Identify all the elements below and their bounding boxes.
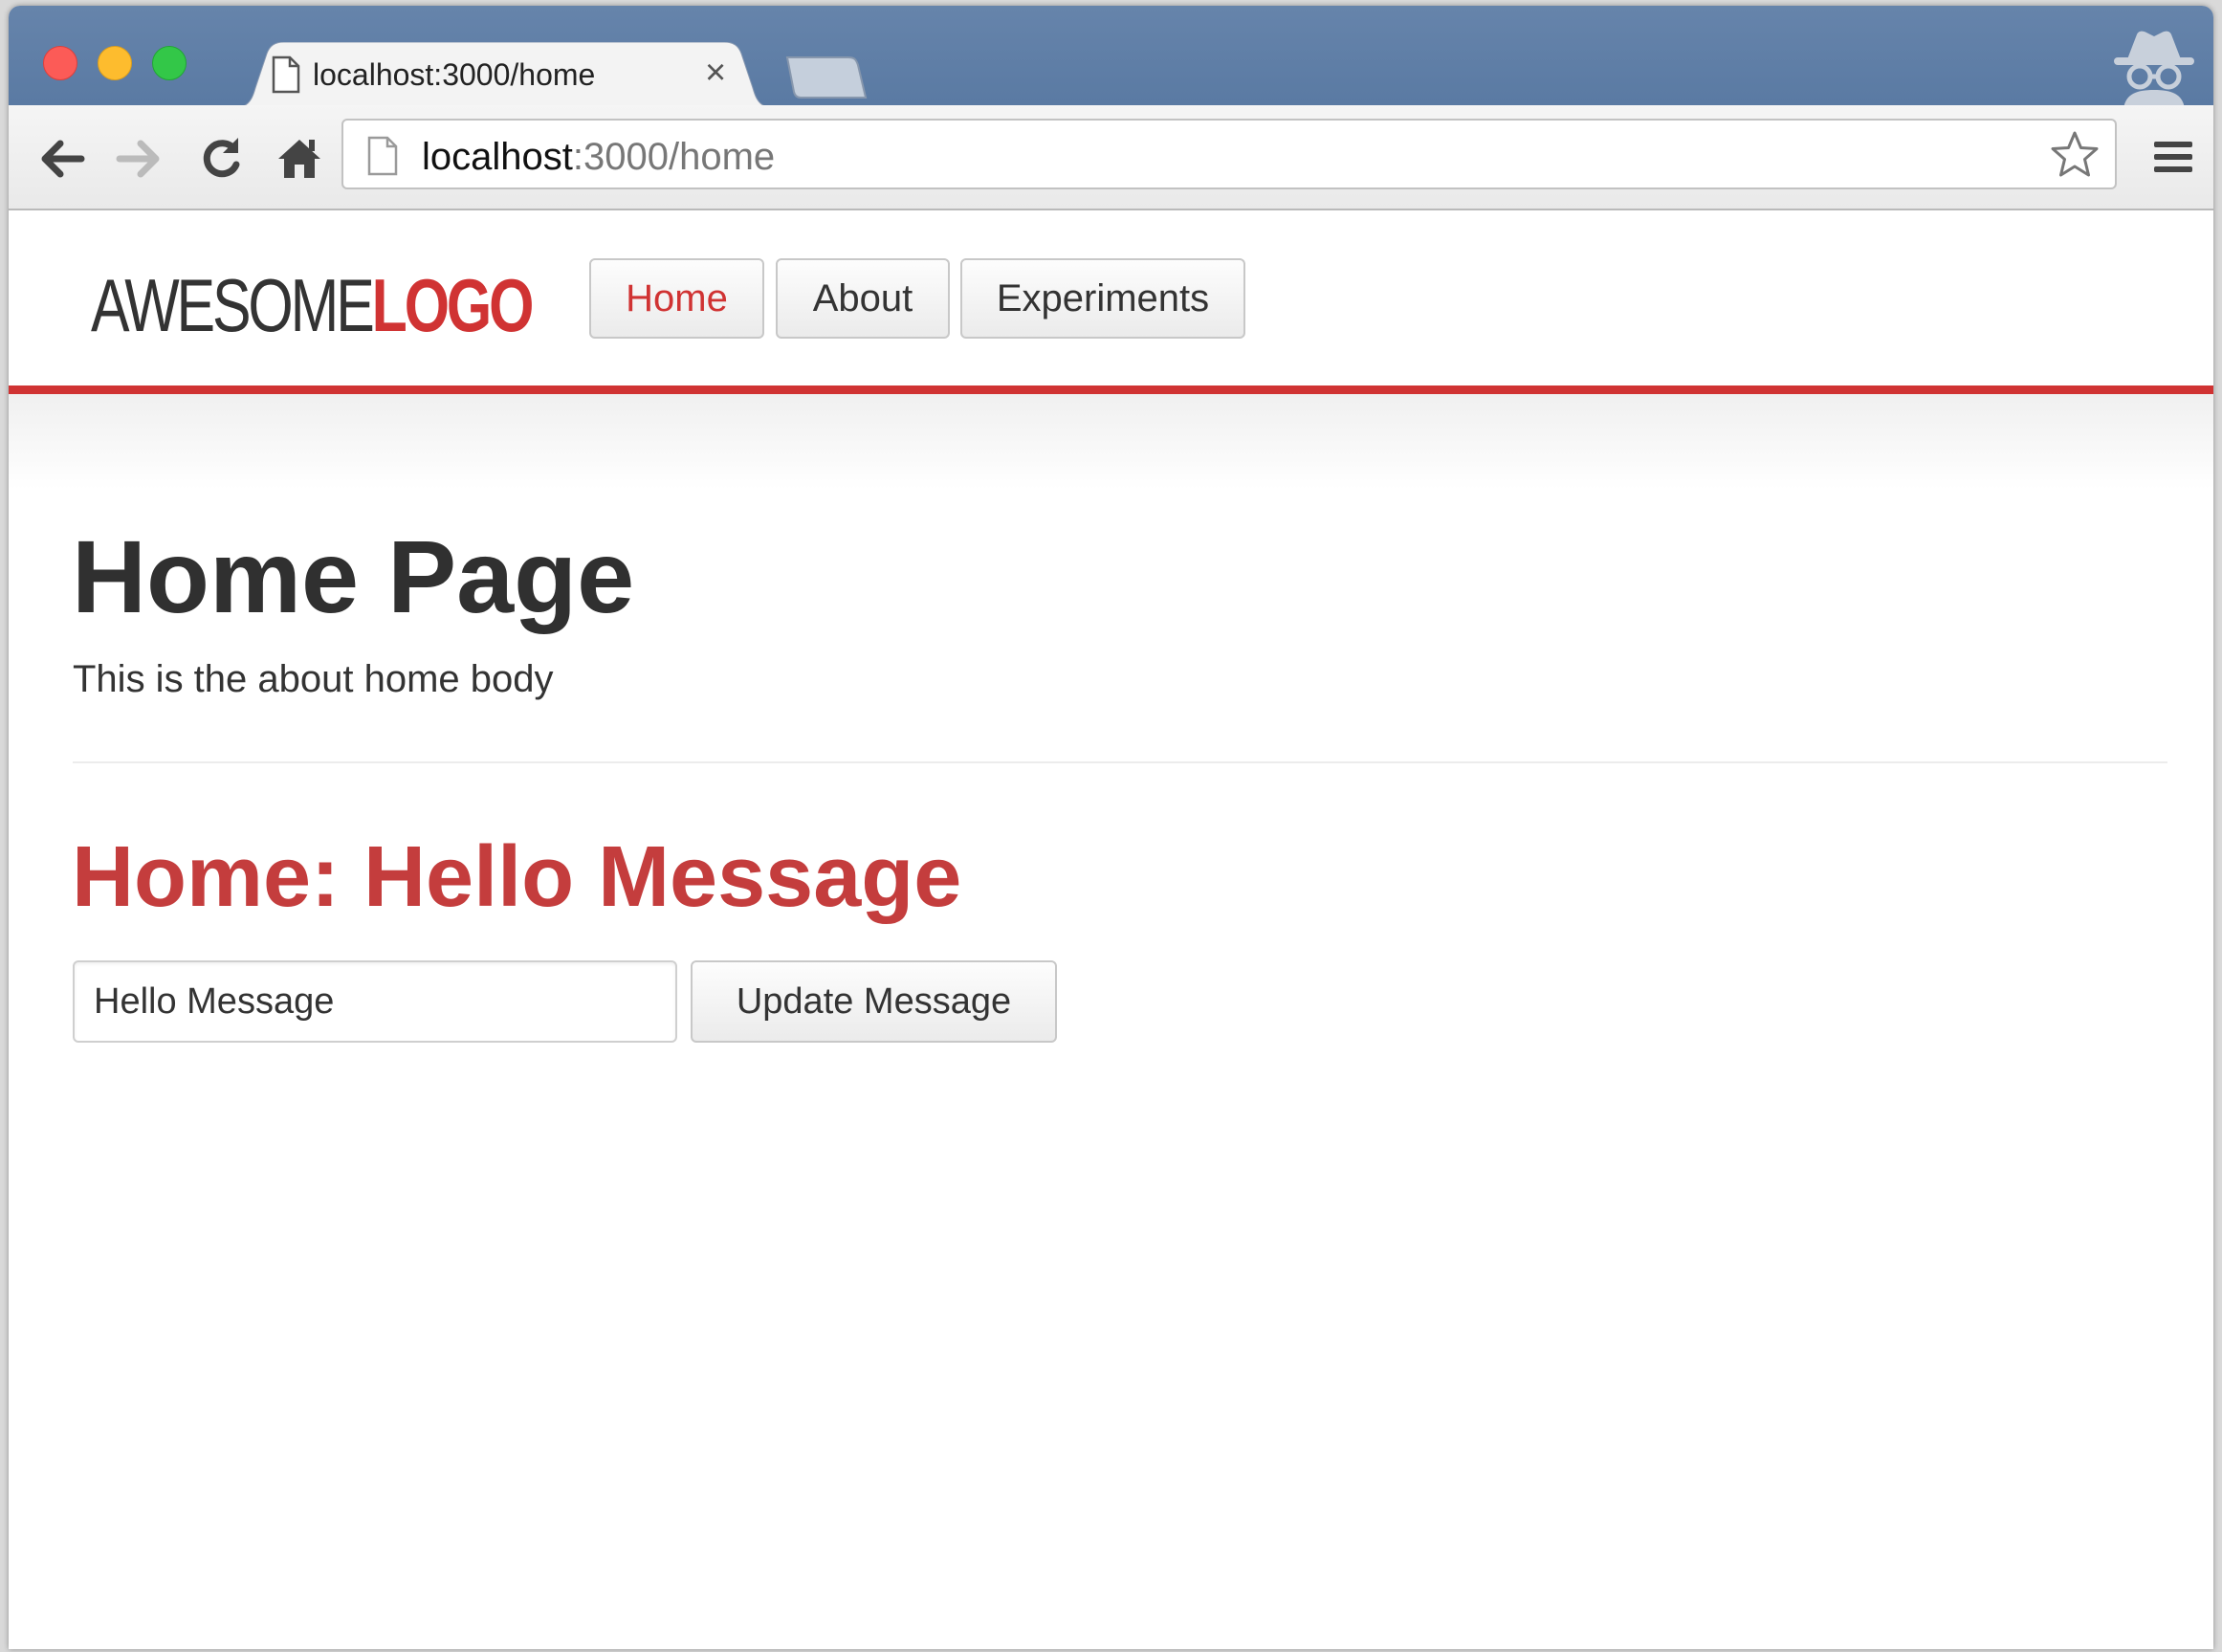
url-text[interactable]: localhost:3000/home: [422, 136, 775, 179]
address-bar[interactable]: localhost:3000/home: [341, 119, 2117, 189]
back-arrow-icon[interactable]: [35, 132, 89, 186]
new-tab-button[interactable]: [785, 55, 868, 99]
nav-about-button[interactable]: About: [776, 258, 950, 339]
star-icon[interactable]: [2048, 128, 2101, 182]
header-shadow-band: [9, 394, 2213, 490]
logo-part1: AWESOME: [91, 263, 375, 347]
message-input[interactable]: [73, 960, 677, 1043]
page-icon: [366, 136, 399, 176]
tab-active[interactable]: localhost:3000/home ×: [227, 42, 781, 109]
update-message-button[interactable]: Update Message: [691, 960, 1057, 1043]
section-title: Home: Hello Message: [72, 829, 962, 925]
tab-title: localhost:3000/home: [313, 57, 596, 92]
nav-experiments-button[interactable]: Experiments: [960, 258, 1245, 339]
url-host: localhost: [422, 136, 573, 178]
reload-icon[interactable]: [194, 132, 248, 186]
page-title: Home Page: [72, 518, 635, 634]
home-icon[interactable]: [273, 132, 326, 186]
browser-window: localhost:3000/home × localhost:3000/hom…: [9, 6, 2213, 1649]
incognito-icon: [2108, 27, 2200, 109]
forward-arrow-icon[interactable]: [112, 132, 165, 186]
minimize-window-button[interactable]: [98, 46, 132, 80]
page-icon: [271, 55, 301, 94]
site-logo[interactable]: AWESOMELOGO: [91, 262, 535, 349]
close-icon[interactable]: ×: [705, 52, 726, 94]
tab-strip: localhost:3000/home ×: [9, 6, 2213, 109]
nav-home-button[interactable]: Home: [589, 258, 764, 339]
site-header: AWESOMELOGO Home About Experiments: [9, 210, 2213, 394]
page-viewport: AWESOMELOGO Home About Experiments Home …: [9, 210, 2213, 1649]
section-divider: [73, 761, 2167, 763]
logo-part2: LOGO: [371, 263, 535, 347]
close-window-button[interactable]: [43, 46, 77, 80]
url-path: :3000/home: [572, 136, 776, 178]
browser-toolbar: localhost:3000/home: [9, 105, 2213, 210]
hamburger-menu-icon[interactable]: [2150, 134, 2196, 180]
page-body-text: This is the about home body: [73, 658, 554, 700]
maximize-window-button[interactable]: [152, 46, 187, 80]
